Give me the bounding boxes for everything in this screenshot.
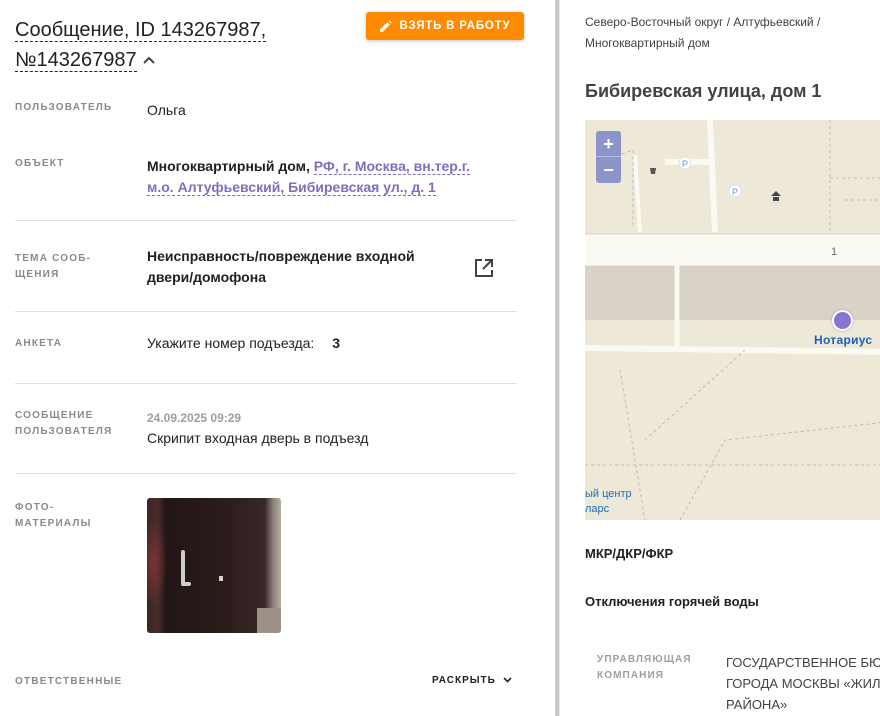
map[interactable]: P P + − 1 Нотариус ый центр ларс	[585, 120, 880, 520]
survey-question: Укажите номер подъезда:	[147, 335, 315, 351]
object-label: ОБЪЕКТ	[15, 158, 65, 169]
zoom-in-button[interactable]: +	[596, 131, 621, 157]
mkr-section-title: МКР/ДКР/ФКР	[585, 546, 674, 561]
take-to-work-label: ВЗЯТЬ В РАБОТУ	[399, 20, 511, 32]
hot-water-section-title: Отключения горячей воды	[585, 594, 759, 609]
management-company-line-3: РАЙОНА»	[726, 697, 788, 712]
user-message-time: 24.09.2025 09:29	[147, 411, 242, 425]
user-message-text: Скрипит входная дверь в подъезд	[147, 430, 369, 446]
topic-value: Неисправность/повреждение входной двери/…	[147, 248, 415, 285]
management-company-value: ГОСУДАРСТВЕННОЕ БЮ ГОРОДА МОСКВЫ «ЖИЛ РА…	[726, 652, 880, 715]
address-title: Бибиревская улица, дом 1	[585, 81, 822, 101]
user-message-row: СООБЩЕНИЕ ПОЛЬЗОВАТЕЛЯ 24.09.2025 09:29 …	[15, 384, 517, 474]
expand-label: РАСКРЫТЬ	[432, 675, 496, 686]
notary-marker-icon[interactable]	[832, 310, 853, 331]
survey-answer: 3	[332, 335, 340, 351]
user-label: ПОЛЬЗОВАТЕЛЬ	[15, 102, 113, 113]
zoom-out-button[interactable]: −	[596, 157, 621, 183]
map-partial-label-2: ларс	[585, 503, 610, 515]
topic-row: ТЕМА СООБ-ЩЕНИЯ Неисправность/повреждени…	[15, 221, 517, 312]
message-panel: Сообщение, ID 143267987, №143267987 ВЗЯТ…	[0, 0, 555, 716]
survey-row: АНКЕТА Укажите номер подъезда: 3	[15, 312, 517, 384]
object-panel: Северо-Восточный округ / Алтуфьевский / …	[560, 0, 880, 716]
map-zoom-control: + −	[596, 131, 621, 183]
survey-value: Укажите номер подъезда: 3	[147, 333, 340, 354]
survey-label: АНКЕТА	[15, 338, 63, 349]
user-row: ПОЛЬЗОВАТЕЛЬ Ольга	[15, 100, 517, 120]
user-value: Ольга	[147, 102, 186, 118]
user-message-value: 24.09.2025 09:29 Скрипит входная дверь в…	[147, 408, 368, 448]
notary-label[interactable]: Нотариус	[814, 333, 872, 347]
breadcrumb: Северо-Восточный округ / Алтуфьевский / …	[585, 15, 821, 50]
open-external-icon[interactable]	[474, 258, 494, 283]
message-title-text[interactable]: Сообщение, ID 143267987, №143267987	[15, 19, 267, 72]
pencil-icon	[379, 20, 392, 32]
management-company-label: УПРАВЛЯЮЩАЯ КОМПАНИЯ	[597, 654, 692, 681]
parking-label: P	[682, 159, 688, 169]
object-row: ОБЪЕКТ Многоквартирный дом, РФ, г. Москв…	[15, 154, 517, 221]
parking-label-2: P	[732, 187, 738, 197]
chevron-up-icon[interactable]	[142, 45, 155, 74]
responsible-label: ОТВЕТСТВЕННЫЕ	[15, 676, 123, 687]
management-company-line-2: ГОРОДА МОСКВЫ «ЖИЛ	[726, 676, 880, 691]
map-partial-label-1: ый центр	[585, 488, 632, 500]
chevron-down-icon	[503, 677, 512, 683]
user-message-label: СООБЩЕНИЕ ПОЛЬЗОВАТЕЛЯ	[15, 410, 113, 437]
door-photo-thumbnail[interactable]	[147, 498, 281, 633]
management-company-line-1: ГОСУДАРСТВЕННОЕ БЮ	[726, 655, 880, 670]
topic-label: ТЕМА СООБ-ЩЕНИЯ	[15, 253, 92, 280]
take-to-work-button[interactable]: ВЗЯТЬ В РАБОТУ	[366, 12, 524, 40]
object-type: Многоквартирный дом,	[147, 158, 314, 174]
object-value: Многоквартирный дом, РФ, г. Москва, вн.т…	[147, 156, 497, 198]
expand-button[interactable]: РАСКРЫТЬ	[432, 675, 512, 686]
photos-label: ФОТО-МАТЕРИАЛЫ	[15, 502, 92, 529]
message-title[interactable]: Сообщение, ID 143267987, №143267987	[15, 16, 345, 75]
map-house-number: 1	[831, 246, 838, 258]
